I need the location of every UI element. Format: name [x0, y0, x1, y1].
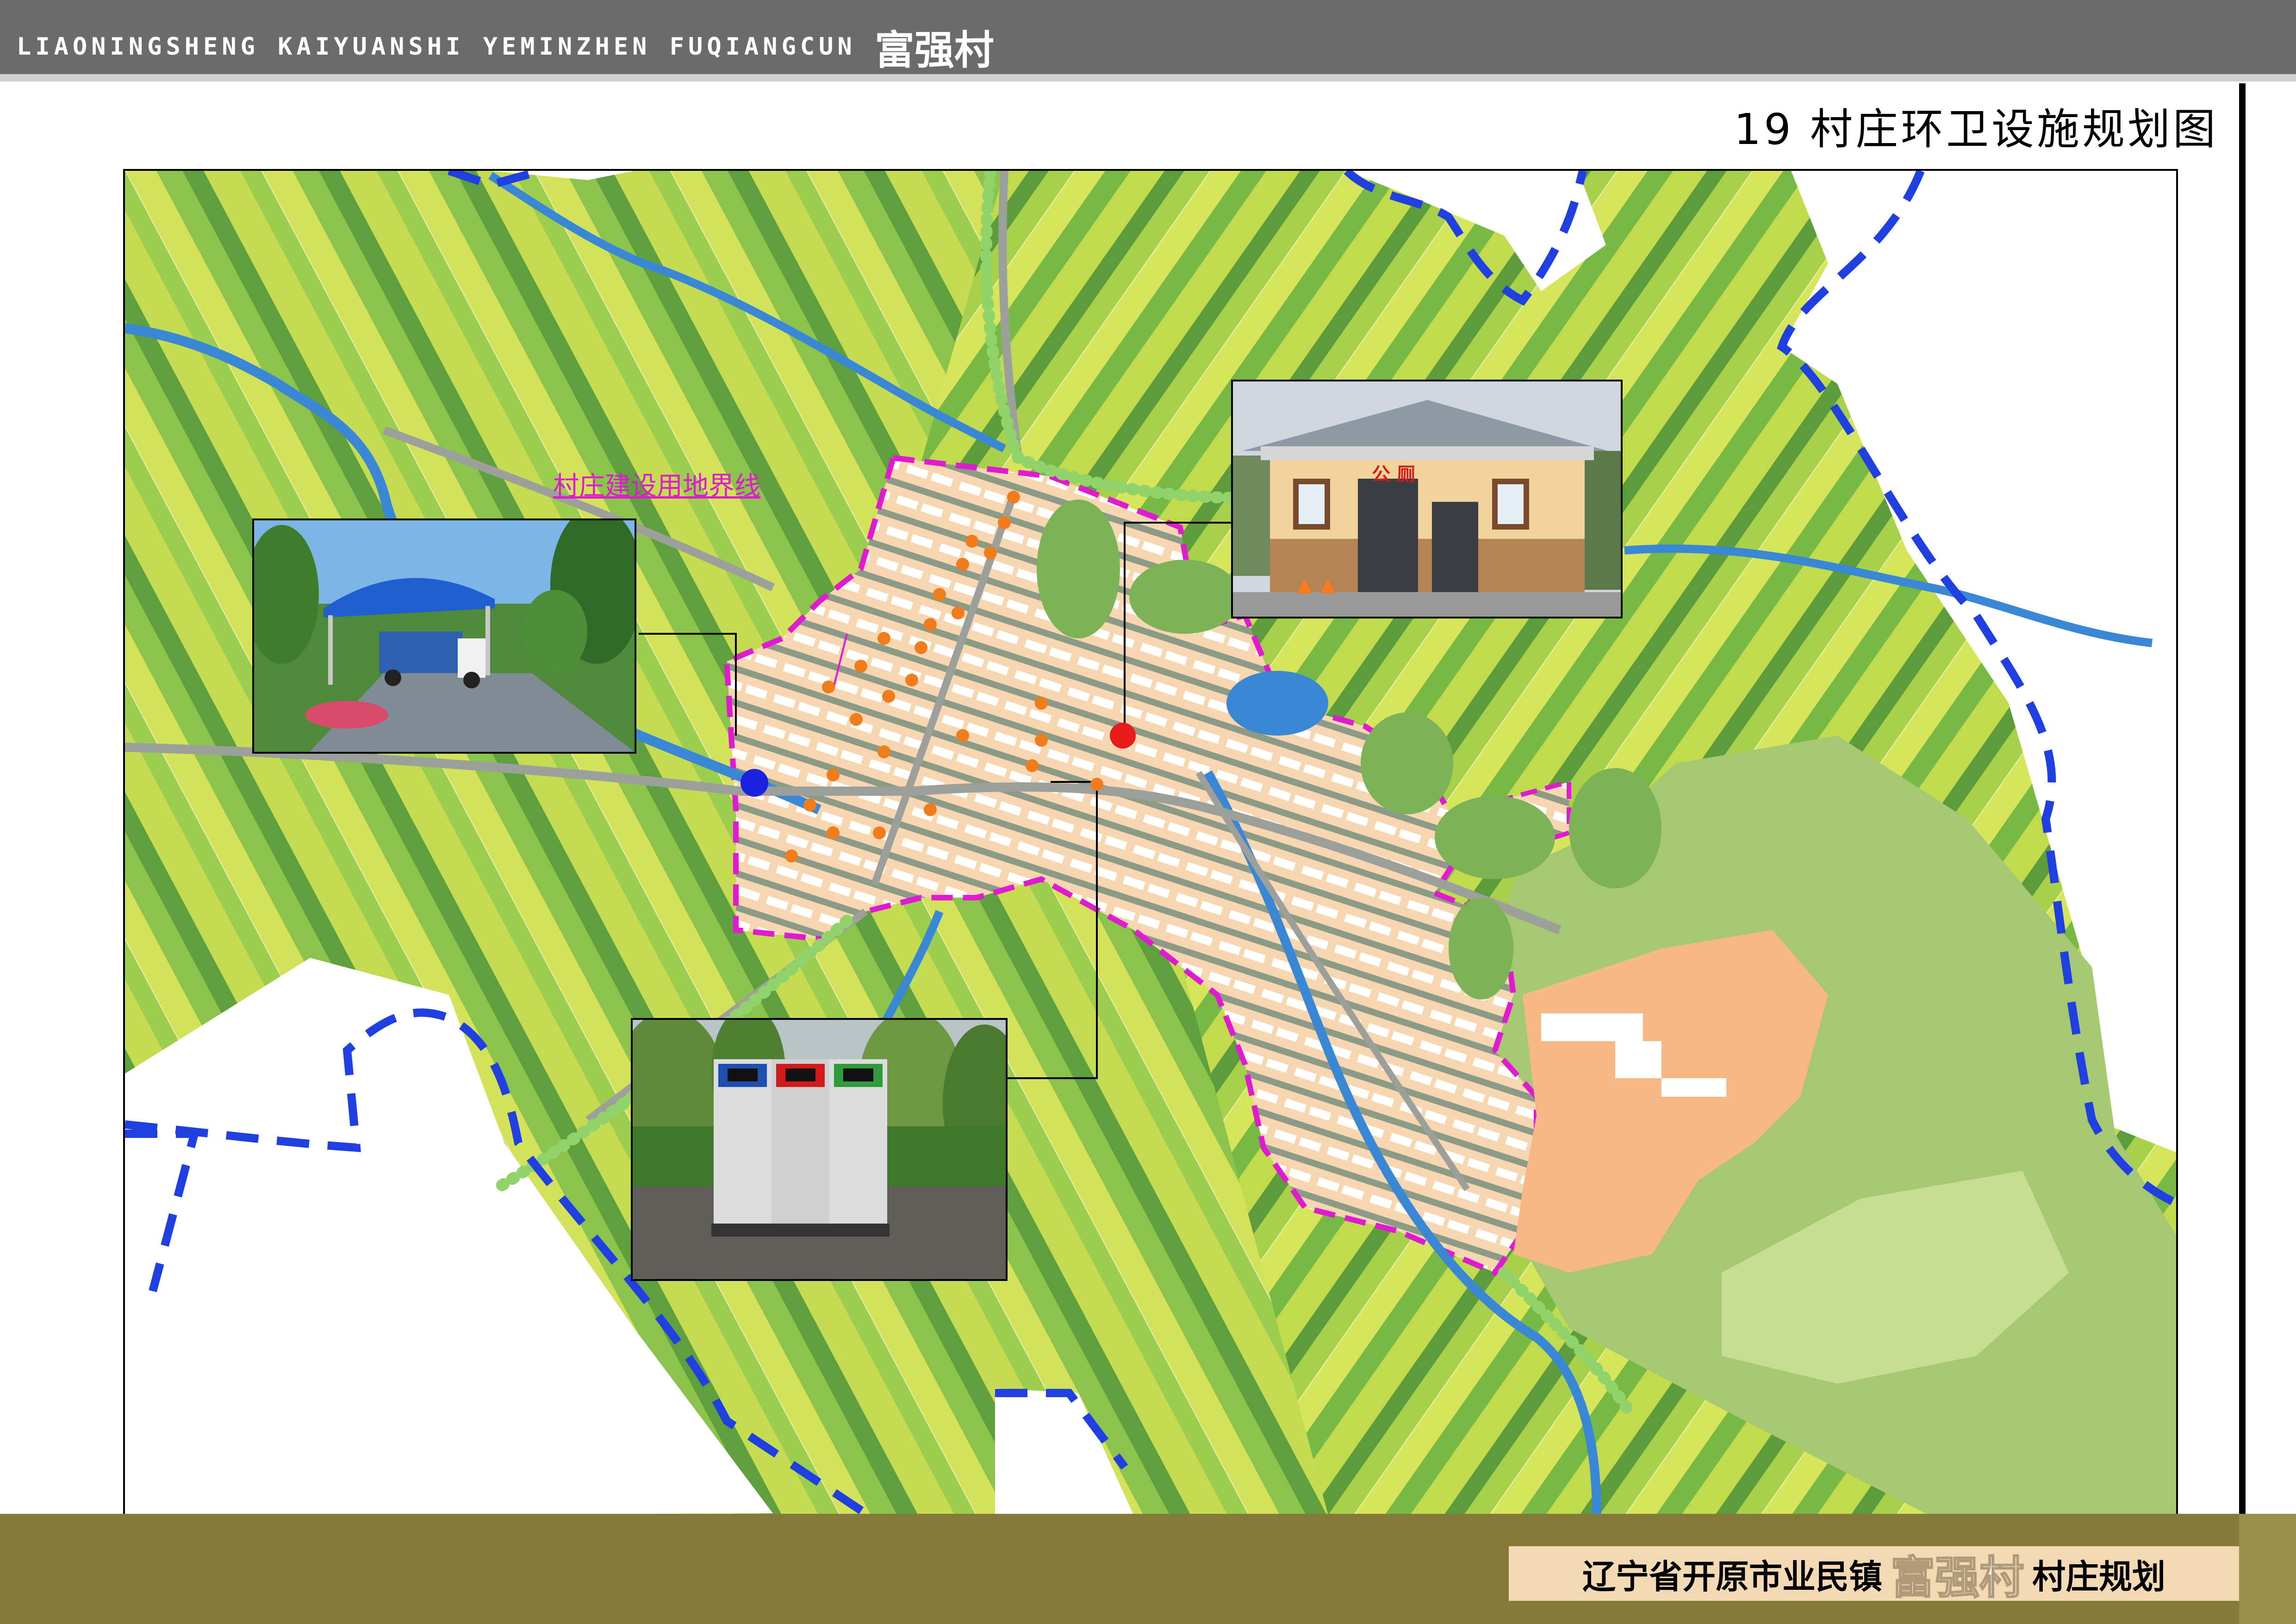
photo-public-toilet: 公 厕	[1231, 380, 1623, 618]
industrial-building-2	[1615, 1041, 1661, 1078]
trash-bins-illustration	[633, 1020, 1006, 1279]
sheet-title-text: 村庄环卫设施规划图	[1810, 105, 2218, 154]
trash-bin-marker	[785, 849, 798, 862]
trash-bin-marker	[850, 713, 863, 726]
trash-bin-marker	[933, 588, 946, 601]
toilet-sign: 公 厕	[1372, 464, 1415, 485]
header-pinyin: LIAONINGSHENG KAIYUANSHI YEMINZHEN FUQIA…	[17, 32, 856, 61]
refuse-transfer-station-marker	[740, 769, 768, 797]
footer-title: 辽宁省开原市业民镇 富强村 村庄规划	[1509, 1546, 2239, 1604]
trash-bin-marker	[952, 606, 964, 619]
header-title: LIAONINGSHENG KAIYUANSHI YEMINZHEN FUQIA…	[17, 18, 994, 75]
transfer-station-illustration	[254, 520, 635, 752]
trash-bin-marker	[956, 558, 969, 571]
trash-bin-marker	[998, 516, 1011, 529]
map-canvas	[125, 171, 2176, 1516]
trash-bin-marker	[956, 729, 969, 742]
footer-prefix: 辽宁省开原市业民镇	[1582, 1557, 1882, 1596]
construction-land-boundary-label: 村庄建设用地界线	[553, 471, 760, 501]
trash-bin-marker	[827, 826, 840, 839]
sanitation-plan-map	[123, 169, 2178, 1518]
trash-bin-marker	[877, 745, 890, 758]
trash-bin-marker	[905, 674, 918, 687]
trash-bin-marker	[1035, 697, 1048, 710]
woods-5	[1569, 768, 1661, 888]
industrial-building	[1541, 1013, 1643, 1041]
trash-bin-marker	[984, 546, 997, 559]
trash-bin-marker	[1007, 491, 1020, 504]
woods-6	[1449, 898, 1513, 999]
footer-village: 富强村	[1890, 1551, 2025, 1604]
footer-suffix: 村庄规划	[2032, 1557, 2166, 1596]
right-border-rule	[2239, 83, 2246, 1518]
trash-bin-marker	[965, 535, 978, 548]
woods-2	[1129, 560, 1240, 634]
trash-bin-marker	[915, 641, 927, 654]
trash-bin-marker	[877, 632, 890, 645]
trash-bin-marker	[873, 826, 886, 839]
trash-bin-marker	[827, 768, 840, 781]
woods-1	[1037, 500, 1120, 638]
pond	[1226, 671, 1328, 736]
public-toilet-marker	[1110, 723, 1136, 749]
sheet-title: 19 村庄环卫设施规划图	[1734, 95, 2218, 156]
woods-3	[1361, 712, 1453, 814]
trash-bin-marker	[1035, 734, 1048, 747]
photo-refuse-transfer-station	[252, 518, 636, 754]
sheet-number: 19	[1734, 105, 1794, 154]
trash-bin-marker	[924, 618, 937, 631]
trash-bin-marker	[1026, 759, 1039, 772]
trash-bin-marker	[882, 690, 895, 703]
trash-bin-marker	[1090, 778, 1103, 791]
trash-bin-marker	[924, 803, 937, 816]
woods-4	[1435, 796, 1555, 879]
footer-accent	[2239, 1514, 2296, 1624]
trash-bin-marker	[803, 799, 816, 812]
industrial-building-3	[1661, 1078, 1726, 1097]
header-village-name: 富强村	[874, 27, 994, 74]
public-toilet-illustration	[1233, 381, 1621, 617]
trash-bin-marker	[822, 681, 835, 693]
photo-sorting-trash-bins	[631, 1018, 1008, 1281]
trash-bin-marker	[854, 660, 867, 673]
